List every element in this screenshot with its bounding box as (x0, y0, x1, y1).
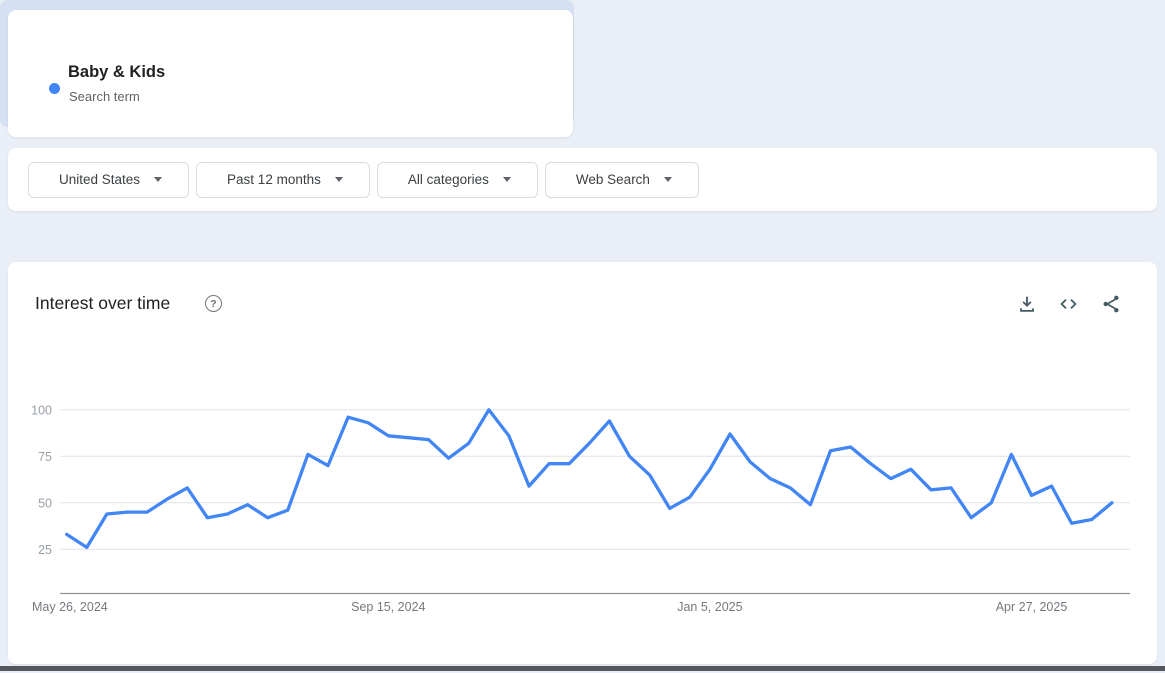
filter-geo-dropdown[interactable]: United States (28, 161, 190, 198)
chevron-down-icon (502, 177, 511, 182)
x-axis-tick-label: Sep 15, 2024 (351, 600, 425, 614)
filter-time-dropdown[interactable]: Past 12 months (196, 161, 370, 198)
search-term-subtitle: Search term (69, 89, 140, 104)
filter-time-label: Past 12 months (227, 172, 321, 187)
chevron-down-icon (663, 177, 672, 182)
x-axis-tick-label: Apr 27, 2025 (996, 600, 1068, 614)
y-axis-tick-label: 50 (38, 496, 52, 510)
filter-category-dropdown[interactable]: All categories (376, 161, 538, 198)
interest-over-time-card: Interest over time ? 25 50 75 100 May 26, 20… (8, 262, 1157, 664)
series-color-dot (49, 83, 60, 94)
chevron-down-icon (334, 177, 343, 182)
x-axis-tick-label: Jan 5, 2025 (677, 600, 742, 614)
interest-series-line (65, 408, 1114, 550)
x-axis-tick-label: May 26, 2024 (32, 600, 108, 614)
filter-geo-label: United States (59, 172, 141, 187)
filter-search-type-dropdown[interactable]: Web Search (544, 161, 699, 198)
search-term-card[interactable]: Baby & Kids Search term (8, 10, 573, 137)
interest-line-chart[interactable]: 25 50 75 100 May 26, 2024 Sep 15, 2024 Jan 5, … (8, 262, 1157, 664)
filter-bar: United States Past 12 months All categor… (8, 148, 1157, 211)
filter-search-type-label: Web Search (575, 172, 650, 187)
window-bottom-edge (0, 666, 1165, 671)
search-term-title: Baby & Kids (68, 63, 166, 81)
y-axis-tick-label: 75 (38, 450, 52, 464)
y-axis-tick-label: 25 (38, 543, 52, 557)
y-axis-tick-label: 100 (31, 403, 52, 417)
chevron-down-icon (154, 177, 163, 182)
filter-category-label: All categories (407, 172, 489, 187)
